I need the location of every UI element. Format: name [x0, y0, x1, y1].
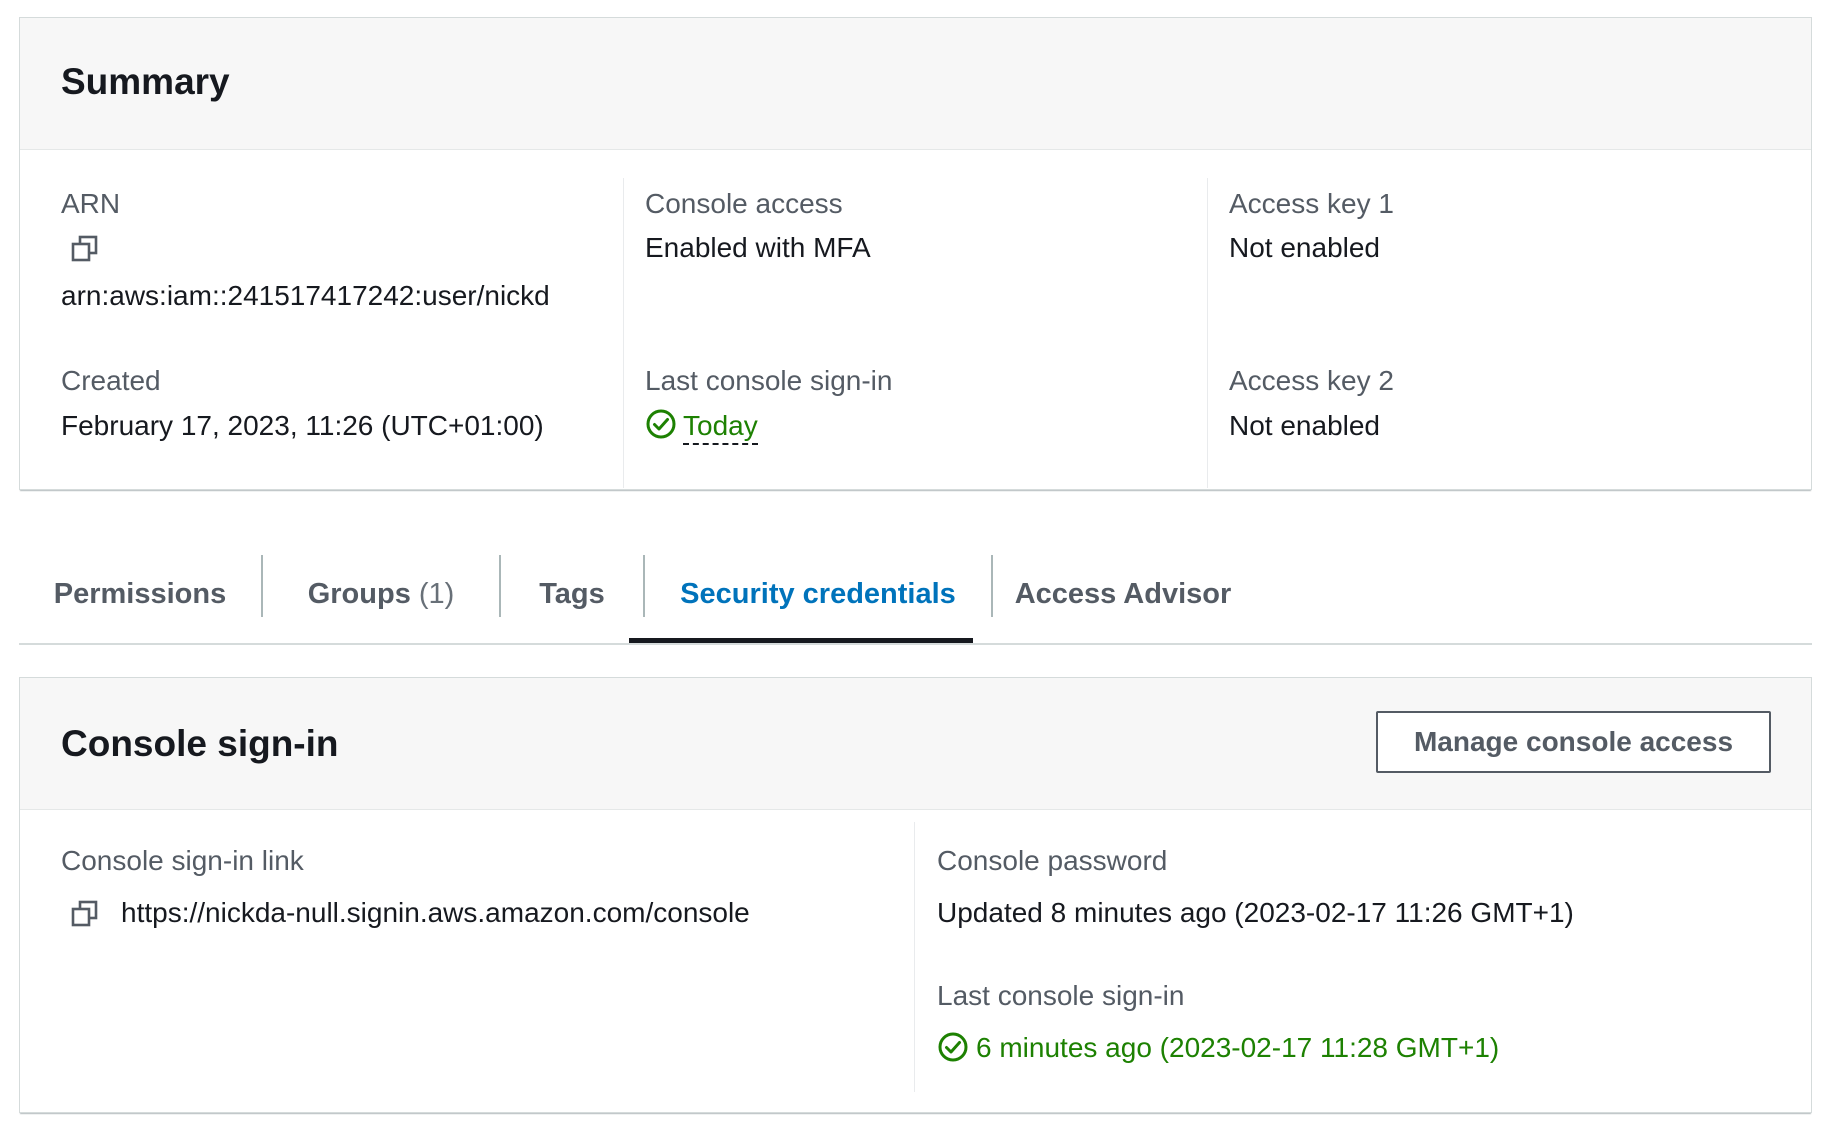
access-key1-label: Access key 1 [1229, 188, 1394, 219]
last-signin-label: Last console sign-in [645, 365, 893, 396]
tab-label: Security credentials [680, 577, 956, 610]
access-key2-label: Access key 2 [1229, 365, 1394, 396]
summary-header: Summary [20, 18, 1811, 150]
last-console-signin-value: 6 minutes ago (2023-02-17 11:28 GMT+1) [976, 1032, 1500, 1063]
signin-link-value[interactable]: https://nickda-null.signin.aws.amazon.co… [121, 897, 750, 929]
check-circle-icon [646, 409, 676, 439]
last-console-signin-label: Last console sign-in [937, 980, 1185, 1011]
console-signin-title: Console sign-in [61, 723, 339, 764]
console-password-label: Console password [937, 845, 1168, 876]
tab-tags[interactable]: Tags [501, 545, 643, 643]
arn-value: arn:aws:iam::241517417242:user/nickd [61, 280, 550, 311]
column-divider [623, 178, 624, 488]
check-circle-icon [938, 1032, 968, 1062]
tab-label: Groups [307, 577, 411, 610]
iam-user-details-page: Summary ARN arn:aws:iam::241517417242:us… [0, 0, 1832, 1126]
access-key1-value: Not enabled [1229, 232, 1381, 263]
summary-panel: Summary ARN arn:aws:iam::241517417242:us… [19, 17, 1812, 490]
tab-groups[interactable]: Groups (1) [263, 545, 499, 643]
created-value: February 17, 2023, 11:26 (UTC+01:00) [61, 410, 544, 441]
console-access-value: Enabled with MFA [645, 232, 871, 263]
tab-access-advisor[interactable]: Access Advisor [993, 545, 1253, 643]
last-signin-value[interactable]: Today [683, 410, 758, 445]
tab-bar: Permissions Groups (1) Tags Security cre… [19, 545, 1812, 645]
column-divider [1207, 178, 1208, 488]
signin-link-label: Console sign-in link [61, 845, 304, 876]
active-tab-indicator [629, 638, 973, 643]
tab-permissions[interactable]: Permissions [19, 545, 261, 643]
tab-count: (1) [418, 577, 455, 610]
console-access-label: Console access [645, 188, 843, 219]
column-divider [914, 822, 915, 1092]
tab-security-credentials[interactable]: Security credentials [645, 545, 991, 643]
console-password-value: Updated 8 minutes ago (2023-02-17 11:26 … [937, 897, 1574, 928]
last-signin-today[interactable]: Today [683, 410, 758, 445]
copy-icon[interactable] [70, 899, 100, 929]
manage-console-access-button[interactable]: Manage console access [1376, 711, 1771, 773]
access-key2-value: Not enabled [1229, 410, 1381, 441]
copy-icon[interactable] [70, 234, 100, 264]
tab-label: Tags [539, 577, 605, 610]
created-label: Created [61, 365, 161, 396]
tab-label: Permissions [53, 577, 227, 610]
tab-label: Access Advisor [1014, 577, 1232, 610]
arn-label: ARN [61, 188, 121, 219]
summary-title: Summary [61, 61, 230, 102]
console-signin-panel: Console sign-in Manage console access Co… [19, 677, 1812, 1113]
console-signin-header: Console sign-in Manage console access [20, 678, 1811, 810]
